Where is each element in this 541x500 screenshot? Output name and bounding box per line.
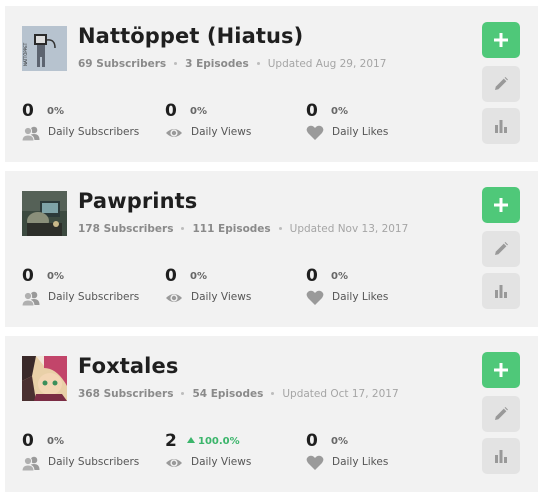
- thumbnail-logo-text: NATTÖPPET: [23, 42, 28, 66]
- subscriber-count: 178 Subscribers: [78, 223, 174, 235]
- stat-daily-subscribers: 0 0% Daily Subscribers: [22, 431, 162, 475]
- separator-dot: [271, 391, 275, 395]
- pencil-icon: [495, 242, 508, 255]
- updated-date: Updated Oct 17, 2017: [282, 388, 399, 400]
- podcast-stats-button[interactable]: [482, 273, 520, 309]
- heart-icon: [306, 125, 324, 141]
- stat-label: Daily Likes: [332, 291, 389, 303]
- pencil-icon: [495, 407, 508, 420]
- heart-icon: [306, 290, 324, 306]
- stat-percent: 0%: [190, 271, 207, 282]
- eye-icon: [165, 455, 183, 471]
- stat-value: 0: [22, 101, 34, 121]
- stat-percent: 0%: [190, 106, 207, 117]
- edit-podcast-button[interactable]: [482, 396, 520, 432]
- stat-daily-views: 0 0% Daily Views: [165, 101, 305, 145]
- stat-daily-likes: 0 0% Daily Likes: [306, 266, 446, 310]
- stat-value: 0: [165, 101, 177, 121]
- stat-percent: 0%: [47, 106, 64, 117]
- podcast-stats-button[interactable]: [482, 438, 520, 474]
- separator-dot: [181, 226, 185, 230]
- heart-icon: [306, 455, 324, 471]
- updated-date: Updated Aug 29, 2017: [267, 58, 387, 70]
- subscriber-count: 69 Subscribers: [78, 58, 167, 70]
- stat-value: 2: [165, 431, 177, 451]
- bar-chart-icon: [495, 285, 507, 298]
- podcast-stats-button[interactable]: [482, 108, 520, 144]
- stat-value: 0: [22, 266, 34, 286]
- edit-podcast-button[interactable]: [482, 231, 520, 267]
- podcast-thumbnail[interactable]: NATTÖPPET: [22, 26, 67, 71]
- podcast-title[interactable]: Pawprints: [78, 189, 197, 213]
- add-episode-button[interactable]: [482, 352, 520, 388]
- pencil-icon: [495, 77, 508, 90]
- plus-icon: [494, 198, 508, 212]
- stat-daily-subscribers: 0 0% Daily Subscribers: [22, 266, 162, 310]
- eye-icon: [165, 125, 183, 141]
- podcast-meta: 69 Subscribers 3 Episodes Updated Aug 29, …: [78, 58, 386, 70]
- episode-count: 3 Episodes: [185, 58, 249, 70]
- separator-dot: [278, 226, 282, 230]
- stat-percent-trend-up: 100.0%: [187, 436, 240, 447]
- users-icon: [22, 290, 40, 306]
- podcast-thumbnail[interactable]: [22, 191, 67, 236]
- stat-label: Daily Likes: [332, 126, 389, 138]
- podcast-title[interactable]: Nattöppet (Hiatus): [78, 24, 303, 48]
- episode-count: 111 Episodes: [192, 223, 271, 235]
- stat-daily-views: 2 100.0% Daily Views: [165, 431, 305, 475]
- trend-up-icon: [187, 437, 195, 443]
- stat-percent: 0%: [331, 271, 348, 282]
- stat-daily-likes: 0 0% Daily Likes: [306, 101, 446, 145]
- podcast-meta: 368 Subscribers 54 Episodes Updated Oct 17…: [78, 388, 399, 400]
- edit-podcast-button[interactable]: [482, 66, 520, 102]
- stat-label: Daily Subscribers: [48, 456, 140, 468]
- stat-daily-likes: 0 0% Daily Likes: [306, 431, 446, 475]
- add-episode-button[interactable]: [482, 187, 520, 223]
- podcast-meta: 178 Subscribers 111 Episodes Updated Nov 1…: [78, 223, 408, 235]
- separator-dot: [174, 61, 178, 65]
- stat-percent: 0%: [331, 436, 348, 447]
- stat-label: Daily Views: [191, 456, 252, 468]
- stat-percent: 100.0%: [198, 436, 240, 447]
- bar-chart-icon: [495, 120, 507, 133]
- stat-value: 0: [165, 266, 177, 286]
- plus-icon: [494, 363, 508, 377]
- plus-icon: [494, 33, 508, 47]
- stat-value: 0: [306, 431, 318, 451]
- bar-chart-icon: [495, 450, 507, 463]
- podcast-card: Foxtales 368 Subscribers 54 Episodes Updat…: [5, 336, 538, 492]
- stat-percent: 0%: [47, 271, 64, 282]
- stat-daily-subscribers: 0 0% Daily Subscribers: [22, 101, 162, 145]
- stat-label: Daily Views: [191, 291, 252, 303]
- stat-label: Daily Likes: [332, 456, 389, 468]
- stat-daily-views: 0 0% Daily Views: [165, 266, 305, 310]
- eye-icon: [165, 290, 183, 306]
- stat-percent: 0%: [47, 436, 64, 447]
- subscriber-count: 368 Subscribers: [78, 388, 174, 400]
- stat-label: Daily Subscribers: [48, 126, 140, 138]
- stat-label: Daily Views: [191, 126, 252, 138]
- add-episode-button[interactable]: [482, 22, 520, 58]
- stat-percent: 0%: [331, 106, 348, 117]
- stat-label: Daily Subscribers: [48, 291, 140, 303]
- updated-date: Updated Nov 13, 2017: [289, 223, 409, 235]
- stat-value: 0: [22, 431, 34, 451]
- stat-value: 0: [306, 266, 318, 286]
- users-icon: [22, 125, 40, 141]
- podcast-thumbnail[interactable]: [22, 356, 67, 401]
- stat-value: 0: [306, 101, 318, 121]
- users-icon: [22, 455, 40, 471]
- podcast-title[interactable]: Foxtales: [78, 354, 178, 378]
- separator-dot: [181, 391, 185, 395]
- podcast-card: NATTÖPPET Nattöppet (Hiatus) 69 Subscrib…: [5, 6, 538, 162]
- episode-count: 54 Episodes: [192, 388, 264, 400]
- separator-dot: [256, 61, 260, 65]
- podcast-card: Pawprints 178 Subscribers 111 Episodes Upd…: [5, 171, 538, 327]
